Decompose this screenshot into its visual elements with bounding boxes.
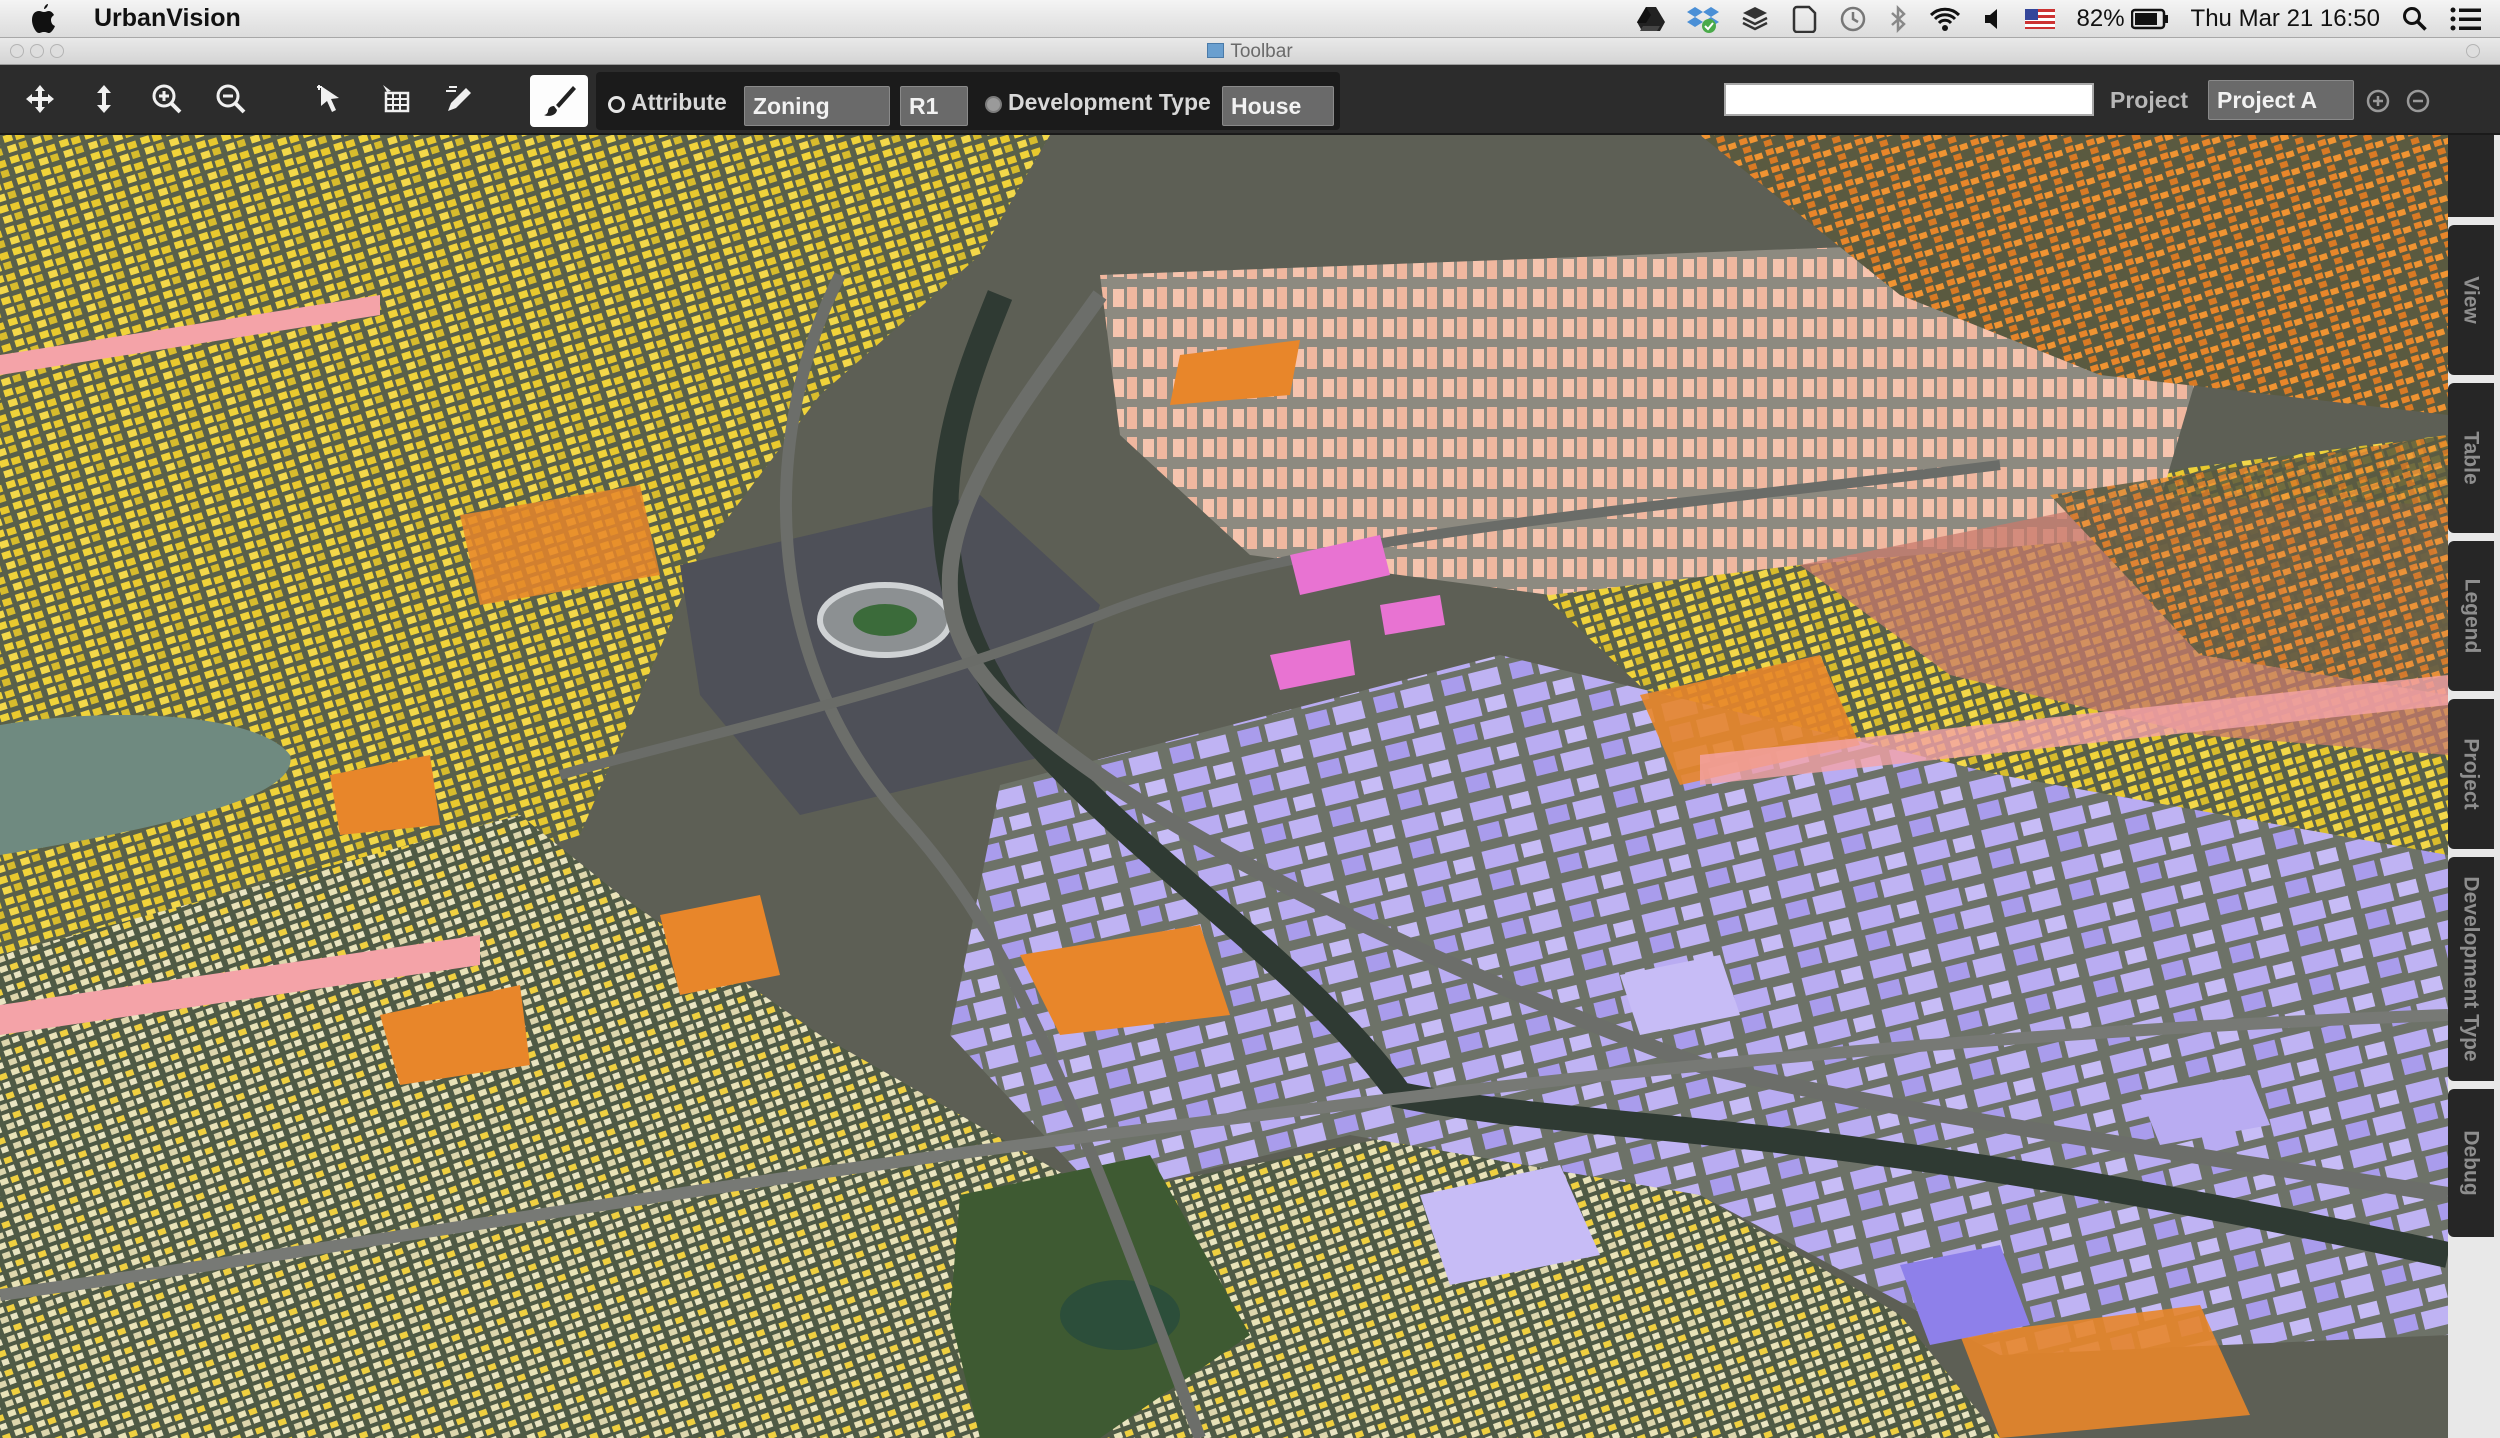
tab-debug[interactable]: Debug xyxy=(2448,1089,2494,1237)
paintbrush-tool-button[interactable] xyxy=(530,75,588,127)
side-panel: View Table Legend Project Development Ty… xyxy=(2448,135,2500,1438)
wifi-icon[interactable] xyxy=(1929,0,1961,38)
tab-table-label: Table xyxy=(2460,431,2484,485)
tab-legend[interactable]: Legend xyxy=(2448,541,2494,691)
attribute-label[interactable]: Attribute xyxy=(631,89,727,116)
main-toolbar: Attribute Zoning R1 Development Type Hou… xyxy=(0,65,2500,135)
3d-map-view[interactable] xyxy=(0,135,2448,1438)
edit-icon[interactable] xyxy=(440,79,480,119)
paint-options-group: Attribute Zoning R1 Development Type Hou… xyxy=(596,72,1340,130)
us-flag-icon[interactable] xyxy=(2024,0,2055,38)
pan-icon[interactable] xyxy=(20,79,60,119)
tab-table[interactable]: Table xyxy=(2448,383,2494,533)
attribute-radio[interactable] xyxy=(608,96,625,113)
close-window-button-right[interactable] xyxy=(2466,44,2480,58)
paintbrush-icon xyxy=(544,86,576,116)
vertical-move-icon[interactable] xyxy=(84,79,124,119)
zoom-in-icon[interactable] xyxy=(147,79,187,119)
bluetooth-icon[interactable] xyxy=(1889,0,1907,38)
side-panel-header xyxy=(2448,135,2494,217)
tab-debug-label: Debug xyxy=(2460,1130,2484,1196)
apple-icon[interactable] xyxy=(30,3,60,35)
volume-icon[interactable] xyxy=(1983,0,2003,38)
battery-status[interactable]: 82% xyxy=(2077,0,2169,38)
add-project-icon[interactable] xyxy=(2366,89,2390,113)
development-type-label[interactable]: Development Type xyxy=(1008,89,1211,116)
app-name[interactable]: UrbanVision xyxy=(94,4,241,33)
layers-icon[interactable] xyxy=(1741,0,1769,38)
menu-bar: UrbanVision 82% Thu Mar 21 16:50 xyxy=(0,0,2500,38)
development-type-select[interactable]: House xyxy=(1222,86,1334,126)
tab-project[interactable]: Project xyxy=(2448,699,2494,849)
select-icon[interactable] xyxy=(311,79,351,119)
spotlight-search-icon[interactable] xyxy=(2402,0,2428,38)
time-machine-icon[interactable] xyxy=(1839,0,1867,38)
remove-project-icon[interactable] xyxy=(2406,89,2430,113)
tab-project-label: Project xyxy=(2460,738,2484,810)
tab-development-type-label: Development Type xyxy=(2460,876,2483,1062)
tab-view-label: View xyxy=(2460,276,2484,324)
grid-select-icon[interactable] xyxy=(376,79,416,119)
tab-view[interactable]: View xyxy=(2448,225,2494,375)
battery-icon xyxy=(2130,8,2168,30)
evernote-icon[interactable] xyxy=(1791,0,1817,38)
project-select[interactable]: Project A xyxy=(2208,80,2354,120)
tab-development-type[interactable]: Development Type xyxy=(2448,857,2494,1081)
zoom-out-icon[interactable] xyxy=(211,79,251,119)
window-title-text: Toolbar xyxy=(1230,41,1293,62)
window-icon xyxy=(1207,43,1225,58)
battery-percent: 82% xyxy=(2076,5,2125,32)
clock[interactable]: Thu Mar 21 16:50 xyxy=(2191,0,2380,38)
zone-select[interactable]: R1 xyxy=(900,86,968,126)
tab-legend-label: Legend xyxy=(2460,578,2484,654)
notification-center-icon[interactable] xyxy=(2450,0,2482,38)
attribute-select[interactable]: Zoning xyxy=(744,86,890,126)
dropbox-icon[interactable] xyxy=(1686,0,1719,38)
project-label: Project xyxy=(2110,87,2188,113)
window-title: Toolbar xyxy=(0,41,2500,63)
toolbar-title-bar: Toolbar xyxy=(0,38,2500,65)
development-type-radio[interactable] xyxy=(985,96,1002,113)
search-input[interactable] xyxy=(1724,83,2094,116)
google-drive-icon[interactable] xyxy=(1636,0,1665,38)
